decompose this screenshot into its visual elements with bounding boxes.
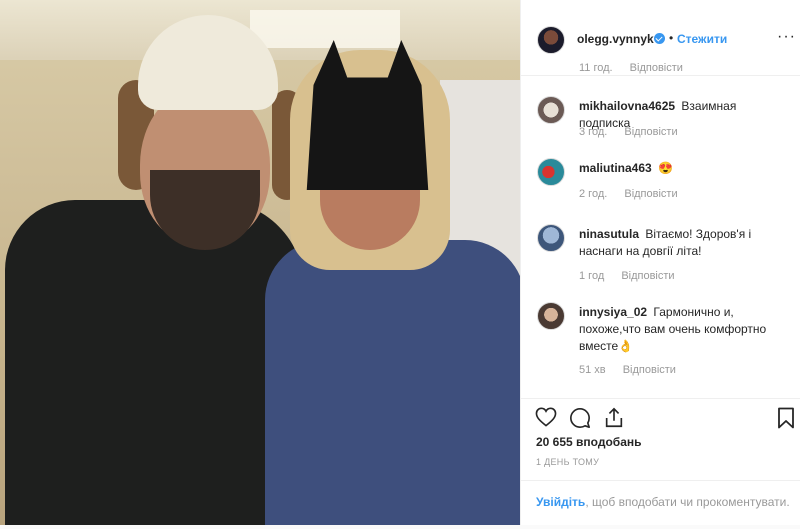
comment-text: maliutina463 😍: [579, 160, 789, 177]
share-icon[interactable]: [603, 407, 625, 429]
commenter-username[interactable]: ninasutula: [579, 227, 639, 241]
login-prompt: Увійдіть, щоб вподобати чи прокоментуват…: [521, 480, 800, 525]
commenter-username[interactable]: innysiya_02: [579, 305, 647, 319]
post-side-panel: olegg.vynnyk • Стежити ··· 11 год. Відпо…: [520, 0, 800, 525]
post-photo[interactable]: [0, 0, 520, 525]
comment-meta: 1 год Відповісти: [579, 270, 675, 282]
comment-body: 😍: [658, 161, 673, 175]
commenter-avatar[interactable]: [537, 96, 565, 124]
verified-icon: [654, 33, 665, 44]
reply-button[interactable]: Відповісти: [623, 364, 676, 376]
photo-ceiling-lamp: [250, 10, 400, 48]
reply-button[interactable]: Відповісти: [621, 270, 674, 282]
commenter-username[interactable]: maliutina463: [579, 161, 652, 175]
comment-meta: 2 год. Відповісти: [579, 188, 678, 200]
comment-meta-partial: 11 год. Відповісти: [579, 62, 683, 74]
comment-meta: 3 год. Відповісти: [579, 126, 678, 138]
follow-button[interactable]: Стежити: [677, 32, 727, 46]
photo-person-right-sweater: [265, 240, 520, 525]
commenter-avatar[interactable]: [537, 224, 565, 252]
comment-time: 3 год.: [579, 126, 608, 138]
commenter-avatar[interactable]: [537, 158, 565, 186]
post-date: 1 ДЕНЬ ТОМУ: [536, 457, 600, 467]
likes-count[interactable]: 20 655 вподобань: [536, 435, 642, 449]
comment-text: innysiya_02 Гармонично и, похоже,что вам…: [579, 304, 789, 355]
author-username[interactable]: olegg.vynnyk: [577, 32, 654, 46]
more-options-icon[interactable]: ···: [777, 28, 796, 46]
comment-text: ninasutula Вітаємо! Здоров'я і наснаги н…: [579, 226, 789, 260]
reply-button[interactable]: Відповісти: [624, 188, 677, 200]
login-prompt-text: Увійдіть, щоб вподобати чи прокоментуват…: [536, 495, 790, 509]
comment-icon[interactable]: [569, 407, 591, 429]
comment-time: 2 год.: [579, 188, 608, 200]
comment-time: 11 год.: [579, 62, 613, 74]
comment-meta: 51 хв Відповісти: [579, 364, 676, 376]
comment-time: 51 хв: [579, 364, 606, 376]
comment-time: 1 год: [579, 270, 605, 282]
commenter-avatar[interactable]: [537, 302, 565, 330]
comments-list[interactable]: 11 год. Відповісти mikhailovna4625 Взаим…: [521, 60, 800, 398]
login-link[interactable]: Увійдіть: [536, 495, 585, 509]
reply-button[interactable]: Відповісти: [630, 62, 683, 74]
bookmark-icon[interactable]: [777, 407, 795, 429]
heart-icon[interactable]: [535, 407, 557, 427]
reply-button[interactable]: Відповісти: [624, 126, 677, 138]
photo-person-left-jacket: [5, 200, 305, 525]
post-actions-bar: [521, 398, 800, 432]
commenter-username[interactable]: mikhailovna4625: [579, 99, 675, 113]
author-avatar[interactable]: [537, 26, 565, 54]
login-prompt-suffix: , щоб вподобати чи прокоментувати.: [585, 495, 790, 509]
header-separator: •: [669, 31, 674, 45]
